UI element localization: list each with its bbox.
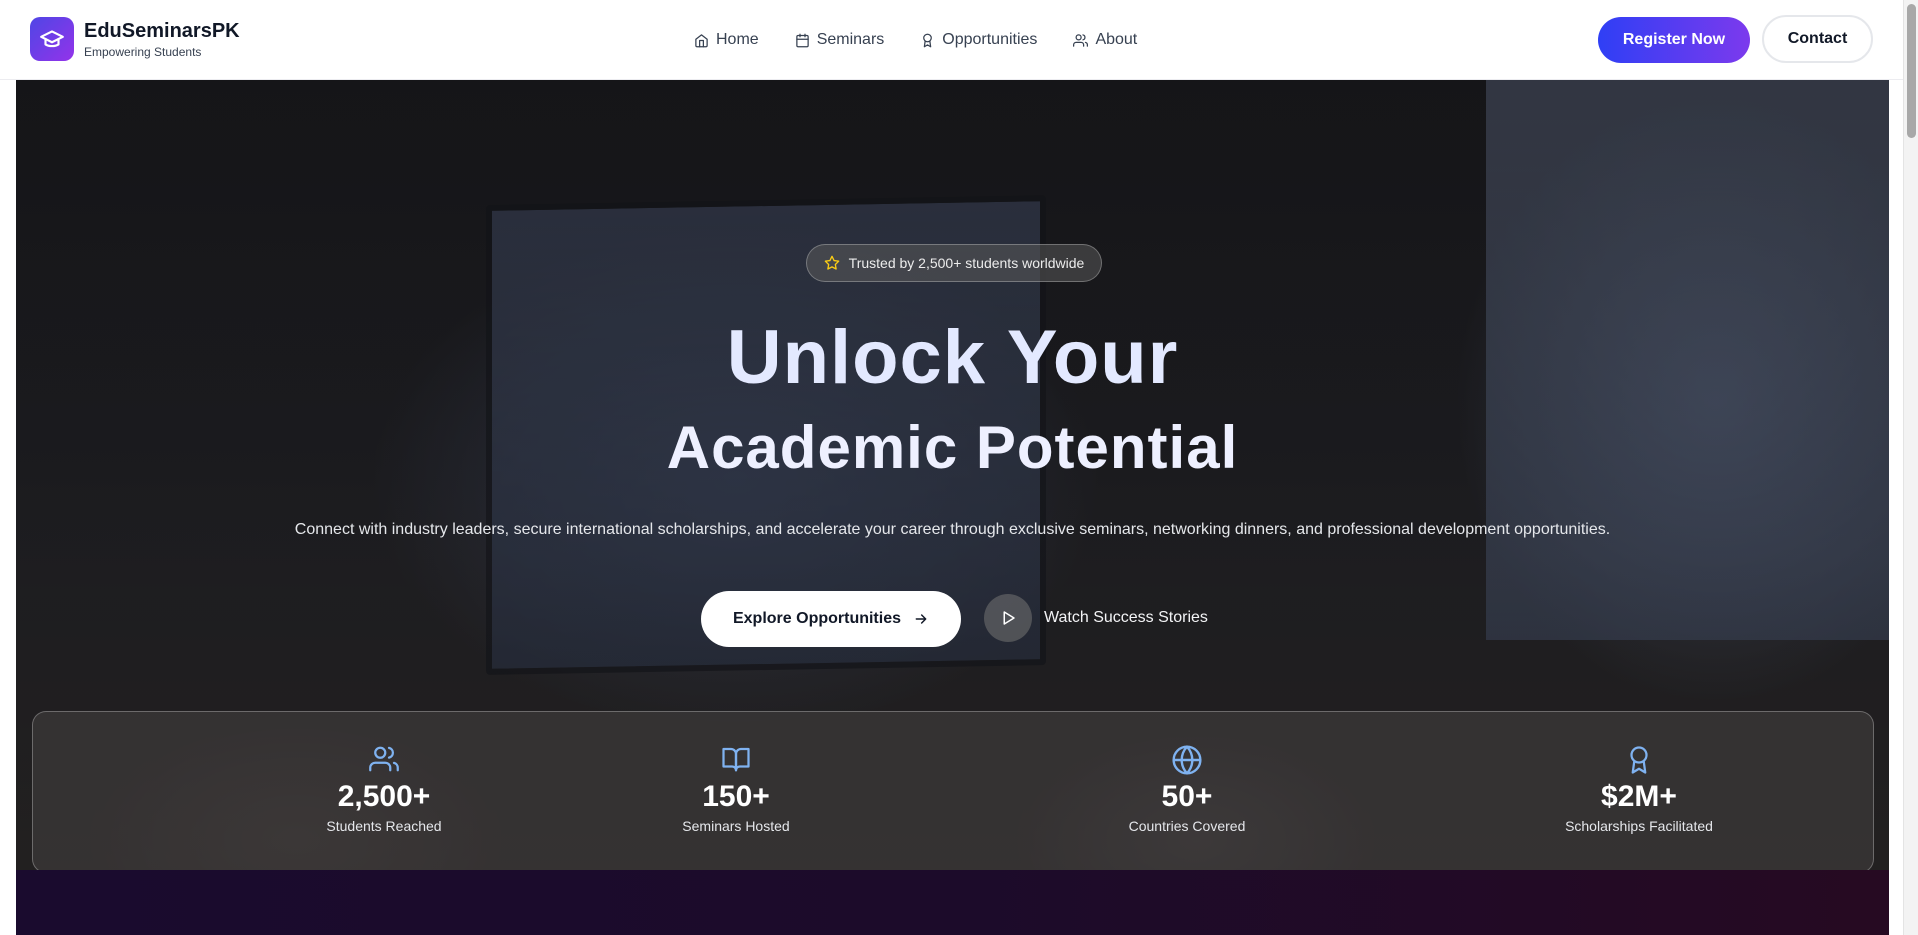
scrollbar-thumb[interactable] bbox=[1907, 4, 1916, 138]
globe-icon bbox=[1037, 744, 1337, 778]
nav-link-opportunities[interactable]: Opportunities bbox=[920, 31, 1037, 49]
stat-countries: 50+ Countries Covered bbox=[1037, 712, 1337, 870]
users-icon bbox=[234, 744, 534, 778]
register-now-button[interactable]: Register Now bbox=[1598, 17, 1750, 63]
home-icon bbox=[695, 33, 708, 47]
nav-link-about[interactable]: About bbox=[1073, 31, 1137, 49]
nav-links: Home Seminars Opportunities About bbox=[694, 0, 1173, 80]
nav-link-home[interactable]: Home bbox=[694, 31, 759, 49]
stat-value: $2M+ bbox=[1601, 780, 1677, 813]
award-icon bbox=[1489, 744, 1789, 778]
hero-headline-line2: Academic Potential bbox=[666, 414, 1239, 481]
brand-tagline: Empowering Students bbox=[84, 44, 202, 59]
contact-button[interactable]: Contact bbox=[1762, 15, 1873, 63]
navbar: EduSeminarsPK Empowering Students Home S… bbox=[0, 0, 1903, 80]
watch-success-stories-button[interactable]: Watch Success Stories bbox=[984, 594, 1208, 642]
nav-link-label: Seminars bbox=[816, 31, 885, 48]
star-icon bbox=[824, 255, 839, 270]
stat-value: 150+ bbox=[702, 780, 770, 813]
trust-badge: Trusted by 2,500+ students worldwide bbox=[806, 244, 1102, 282]
stat-label: Students Reached bbox=[326, 818, 442, 834]
calendar-icon bbox=[795, 33, 809, 47]
hero-subtext: Connect with industry leaders, secure in… bbox=[294, 521, 1611, 538]
explore-opportunities-button[interactable]: Explore Opportunities bbox=[701, 591, 961, 647]
graduation-cap-icon bbox=[30, 17, 74, 61]
nav-link-label: Home bbox=[716, 31, 759, 48]
page-scrollbar[interactable] bbox=[1903, 0, 1918, 935]
stat-seminars: 150+ Seminars Hosted bbox=[586, 712, 886, 870]
brand-text: EduSeminarsPK Empowering Students bbox=[84, 19, 240, 60]
brand[interactable]: EduSeminarsPK Empowering Students bbox=[30, 17, 240, 61]
next-section bbox=[16, 870, 1889, 935]
arrow-right-icon bbox=[915, 614, 927, 624]
watch-success-stories-label: Watch Success Stories bbox=[1044, 609, 1208, 626]
nav-link-seminars[interactable]: Seminars bbox=[795, 31, 885, 49]
explore-opportunities-label: Explore Opportunities bbox=[732, 610, 901, 627]
stats-panel: 2,500+ Students Reached 150+ Seminars Ho… bbox=[32, 711, 1874, 870]
stat-label: Seminars Hosted bbox=[682, 818, 790, 834]
book-open-icon bbox=[586, 744, 886, 778]
stat-label: Scholarships Facilitated bbox=[1565, 818, 1713, 834]
stat-scholarships: $2M+ Scholarships Facilitated bbox=[1489, 712, 1789, 870]
play-icon bbox=[984, 594, 1032, 642]
page: EduSeminarsPK Empowering Students Home S… bbox=[0, 0, 1918, 935]
stat-value: 2,500+ bbox=[337, 780, 431, 813]
trust-badge-text: Trusted by 2,500+ students worldwide bbox=[848, 255, 1085, 271]
users-icon bbox=[1073, 33, 1089, 47]
nav-link-label: Opportunities bbox=[942, 31, 1038, 48]
nav-link-label: About bbox=[1095, 31, 1138, 48]
stat-value: 50+ bbox=[1161, 780, 1213, 813]
brand-name: EduSeminarsPK bbox=[84, 19, 240, 42]
stat-students: 2,500+ Students Reached bbox=[234, 712, 534, 870]
hero-section: Trusted by 2,500+ students worldwide Unl… bbox=[16, 80, 1889, 870]
stat-label: Countries Covered bbox=[1128, 818, 1246, 834]
award-icon bbox=[923, 33, 933, 47]
hero-headline-line1: Unlock Your bbox=[726, 315, 1179, 400]
